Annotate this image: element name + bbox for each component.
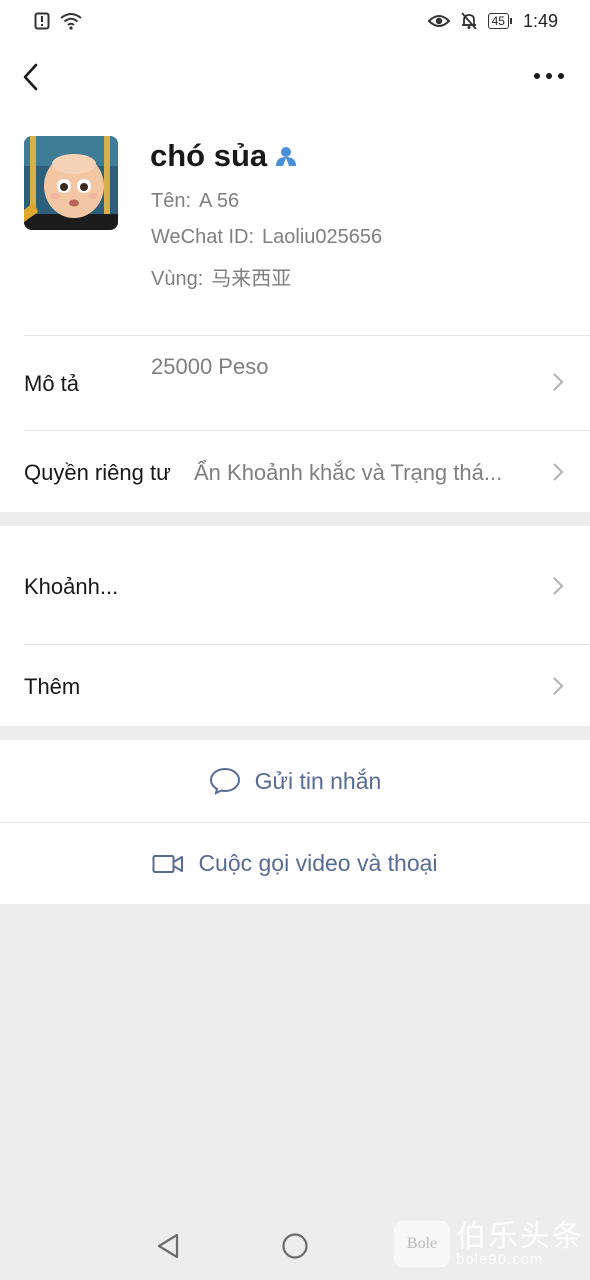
profile-card: chó sủa Tên: A 56 WeChat ID: Laoliu025656 … bbox=[0, 112, 590, 335]
nav-home-icon[interactable] bbox=[281, 1232, 309, 1260]
region-label: Vùng: bbox=[151, 268, 204, 290]
navigation-header bbox=[0, 42, 590, 112]
moments-label: Khoảnh... bbox=[24, 574, 119, 599]
wifi-icon bbox=[60, 13, 82, 30]
send-message-button[interactable]: Gửi tin nhắn bbox=[0, 740, 590, 822]
watermark-chinese: 伯乐头条 bbox=[456, 1219, 584, 1253]
description-label: Mô tả bbox=[24, 371, 80, 396]
chevron-right-icon bbox=[553, 463, 564, 481]
battery-icon: 45 bbox=[487, 13, 513, 29]
divider bbox=[24, 430, 590, 431]
wechat-id-line: WeChat ID: Laoliu025656 bbox=[151, 226, 382, 249]
alert-icon bbox=[34, 12, 50, 30]
more-dots-icon[interactable] bbox=[532, 66, 566, 86]
status-bar: 45 1:49 bbox=[0, 0, 590, 42]
more-label: Thêm bbox=[24, 674, 81, 699]
chevron-right-icon bbox=[553, 577, 564, 595]
chevron-right-icon bbox=[553, 373, 564, 391]
avatar[interactable] bbox=[24, 136, 118, 230]
moments-row[interactable]: Khoảnh... bbox=[0, 526, 590, 644]
video-camera-icon bbox=[152, 854, 184, 873]
watermark-domain: bole90.com bbox=[456, 1251, 544, 1269]
chevron-right-icon bbox=[553, 677, 564, 695]
privacy-label: Quyền riêng tư bbox=[24, 460, 171, 485]
wechat-id-label: WeChat ID: bbox=[151, 226, 254, 248]
privacy-value: Ẩn Khoảnh khắc và Trạng thá... bbox=[194, 460, 503, 485]
nav-back-icon[interactable] bbox=[155, 1232, 181, 1260]
mute-bell-icon bbox=[460, 12, 477, 30]
more-row[interactable]: Thêm bbox=[0, 644, 590, 726]
divider bbox=[24, 644, 590, 645]
name-label: Tên: bbox=[151, 190, 192, 212]
watermark-logo: Bole bbox=[394, 1221, 450, 1268]
eye-icon bbox=[427, 15, 450, 27]
name-line: Tên: A 56 bbox=[151, 190, 239, 213]
video-voice-call-button[interactable]: Cuộc gọi video và thoại bbox=[0, 822, 590, 904]
send-message-label: Gửi tin nhắn bbox=[254, 767, 382, 794]
chat-bubble-icon bbox=[209, 767, 240, 795]
region-value: 马来西亚 bbox=[211, 268, 292, 290]
region-line: Vùng: 马来西亚 bbox=[151, 262, 291, 291]
contact-person-icon bbox=[276, 147, 297, 166]
system-navigation-bar: Bole 伯乐头条 bole90.com bbox=[0, 1210, 590, 1280]
divider bbox=[24, 335, 590, 336]
nickname-text: chó sủa bbox=[150, 138, 268, 173]
call-label: Cuộc gọi video và thoại bbox=[198, 850, 438, 876]
profile-nickname: chó sủa bbox=[150, 138, 297, 174]
status-time: 1:49 bbox=[522, 10, 558, 31]
watermark: Bole 伯乐头条 bole90.com bbox=[394, 1221, 584, 1268]
chevron-left-icon[interactable] bbox=[18, 60, 46, 94]
wechat-id-value: Laoliu025656 bbox=[262, 226, 383, 248]
name-value: A 56 bbox=[199, 190, 240, 212]
privacy-row[interactable]: Quyền riêng tư Ẩn Khoảnh khắc và Trạng t… bbox=[0, 430, 590, 512]
description-row[interactable]: Mô tả 25000 Peso bbox=[0, 335, 590, 430]
description-value: 25000 Peso bbox=[151, 354, 269, 379]
